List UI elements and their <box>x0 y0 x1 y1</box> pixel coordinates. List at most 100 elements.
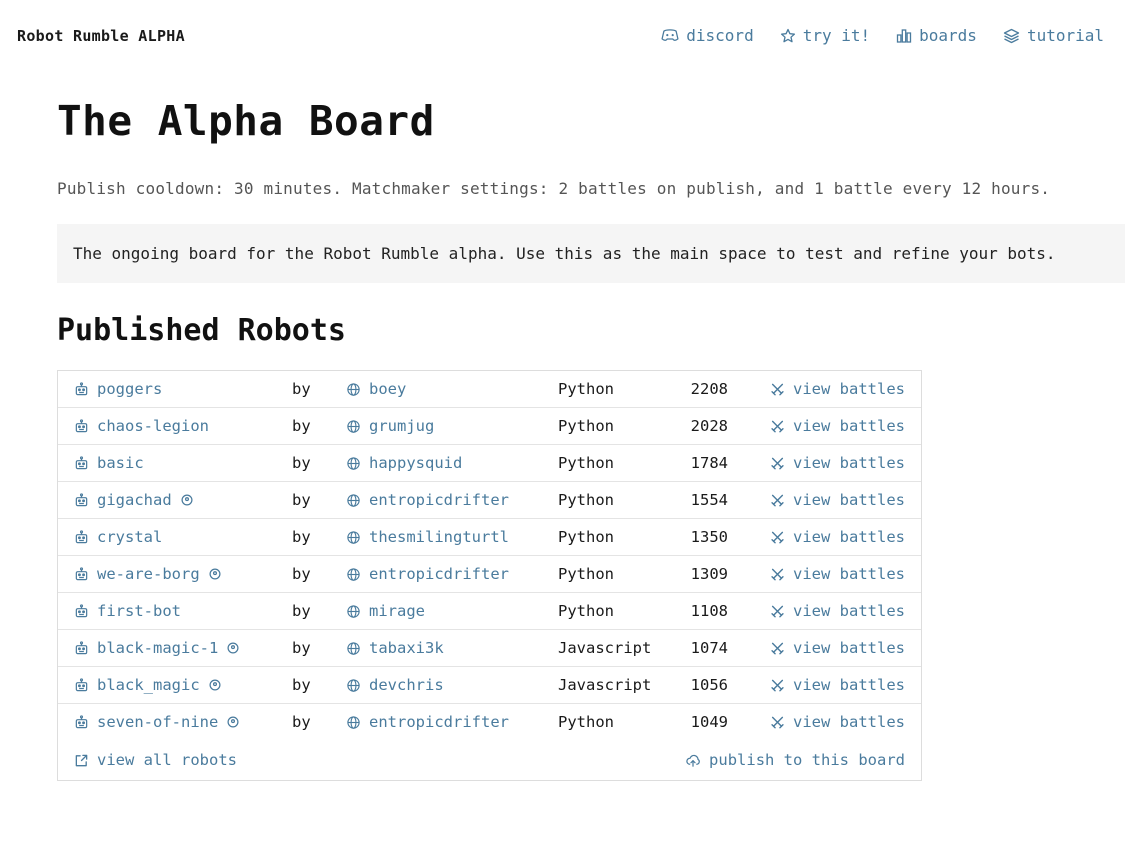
page-title: The Alpha Board <box>57 97 1125 145</box>
robot-name-cell: poggers <box>74 380 292 398</box>
author-link[interactable]: happysquid <box>369 454 462 472</box>
robot-name-cell: basic <box>74 454 292 472</box>
board-description-box: The ongoing board for the Robot Rumble a… <box>57 224 1125 283</box>
robot-name-link[interactable]: first-bot <box>97 602 181 620</box>
robot-name-cell: we-are-borg <box>74 565 292 583</box>
author-link[interactable]: entropicdrifter <box>369 565 509 583</box>
view-battles-link[interactable]: view battles <box>793 454 905 472</box>
publish-to-board-link[interactable]: publish to this board <box>685 751 905 769</box>
robots-table-body: poggers by boey Python 2208 view battles… <box>58 371 921 740</box>
robot-icon <box>74 382 89 397</box>
view-battles-link[interactable]: view battles <box>793 417 905 435</box>
author-cell: thesmilingturtl <box>346 528 558 546</box>
nav-try-it-label: try it! <box>803 26 870 45</box>
brand-title: Robot Rumble ALPHA <box>17 27 185 45</box>
author-link[interactable]: boey <box>369 380 406 398</box>
open-source-icon <box>208 567 222 581</box>
author-link[interactable]: thesmilingturtl <box>369 528 509 546</box>
view-battles-link[interactable]: view battles <box>793 380 905 398</box>
robot-name-cell: chaos-legion <box>74 417 292 435</box>
star-icon <box>780 28 796 44</box>
view-battles-link[interactable]: view battles <box>793 602 905 620</box>
battles-cell: view battles <box>770 528 905 546</box>
robot-icon <box>74 419 89 434</box>
robot-icon <box>74 641 89 656</box>
globe-icon <box>346 641 361 656</box>
language-label: Javascript <box>558 639 688 657</box>
robot-name-link[interactable]: black-magic-1 <box>97 639 218 657</box>
author-link[interactable]: entropicdrifter <box>369 713 509 731</box>
robot-icon <box>74 493 89 508</box>
upload-cloud-icon <box>685 753 701 768</box>
robot-name-link[interactable]: basic <box>97 454 144 472</box>
crossed-swords-icon <box>770 678 785 693</box>
robot-name-cell: seven-of-nine <box>74 713 292 731</box>
globe-icon <box>346 604 361 619</box>
robot-name-link[interactable]: seven-of-nine <box>97 713 218 731</box>
by-label: by <box>292 565 346 583</box>
author-cell: devchris <box>346 676 558 694</box>
robot-name-link[interactable]: crystal <box>97 528 162 546</box>
rating-value: 1554 <box>688 491 728 509</box>
boards-icon <box>896 28 912 44</box>
battles-cell: view battles <box>770 417 905 435</box>
author-cell: tabaxi3k <box>346 639 558 657</box>
view-battles-link[interactable]: view battles <box>793 491 905 509</box>
author-link[interactable]: grumjug <box>369 417 434 435</box>
open-source-icon <box>208 678 222 692</box>
robot-name-cell: gigachad <box>74 491 292 509</box>
open-source-icon <box>180 493 194 507</box>
crossed-swords-icon <box>770 493 785 508</box>
robot-name-link[interactable]: chaos-legion <box>97 417 209 435</box>
robot-icon <box>74 567 89 582</box>
table-row: black_magic by devchris Javascript 1056 … <box>58 667 921 704</box>
rating-value: 1074 <box>688 639 728 657</box>
robot-name-link[interactable]: poggers <box>97 380 162 398</box>
author-link[interactable]: devchris <box>369 676 444 694</box>
language-label: Python <box>558 417 688 435</box>
view-battles-link[interactable]: view battles <box>793 676 905 694</box>
nav-boards[interactable]: boards <box>896 26 977 45</box>
author-cell: entropicdrifter <box>346 565 558 583</box>
view-all-robots-link[interactable]: view all robots <box>74 751 237 769</box>
battles-cell: view battles <box>770 491 905 509</box>
topbar: Robot Rumble ALPHA discord try it! board… <box>0 0 1126 45</box>
nav-try-it[interactable]: try it! <box>780 26 870 45</box>
robot-name-cell: crystal <box>74 528 292 546</box>
board-description-text: The ongoing board for the Robot Rumble a… <box>73 244 1056 263</box>
table-row: poggers by boey Python 2208 view battles <box>58 371 921 408</box>
by-label: by <box>292 417 346 435</box>
table-row: black-magic-1 by tabaxi3k Javascript 107… <box>58 630 921 667</box>
language-label: Python <box>558 454 688 472</box>
by-label: by <box>292 602 346 620</box>
nav-tutorial[interactable]: tutorial <box>1003 26 1104 45</box>
author-link[interactable]: entropicdrifter <box>369 491 509 509</box>
robot-name-link[interactable]: we-are-borg <box>97 565 200 583</box>
view-battles-link[interactable]: view battles <box>793 713 905 731</box>
language-label: Python <box>558 380 688 398</box>
view-all-robots-label: view all robots <box>97 751 237 769</box>
robot-icon <box>74 604 89 619</box>
publish-to-board-label: publish to this board <box>709 751 905 769</box>
by-label: by <box>292 380 346 398</box>
top-nav: discord try it! boards tutorial <box>661 26 1104 45</box>
robot-name-link[interactable]: gigachad <box>97 491 172 509</box>
table-row: gigachad by entropicdrifter Python 1554 … <box>58 482 921 519</box>
robot-name-cell: first-bot <box>74 602 292 620</box>
table-row: we-are-borg by entropicdrifter Python 13… <box>58 556 921 593</box>
crossed-swords-icon <box>770 419 785 434</box>
author-link[interactable]: tabaxi3k <box>369 639 444 657</box>
rating-value: 1350 <box>688 528 728 546</box>
by-label: by <box>292 454 346 472</box>
author-cell: boey <box>346 380 558 398</box>
language-label: Python <box>558 491 688 509</box>
view-battles-link[interactable]: view battles <box>793 528 905 546</box>
view-battles-link[interactable]: view battles <box>793 565 905 583</box>
view-battles-link[interactable]: view battles <box>793 639 905 657</box>
nav-discord[interactable]: discord <box>661 26 753 45</box>
author-link[interactable]: mirage <box>369 602 425 620</box>
robot-icon <box>74 678 89 693</box>
robot-name-link[interactable]: black_magic <box>97 676 200 694</box>
robot-icon <box>74 530 89 545</box>
table-row: basic by happysquid Python 1784 view bat… <box>58 445 921 482</box>
